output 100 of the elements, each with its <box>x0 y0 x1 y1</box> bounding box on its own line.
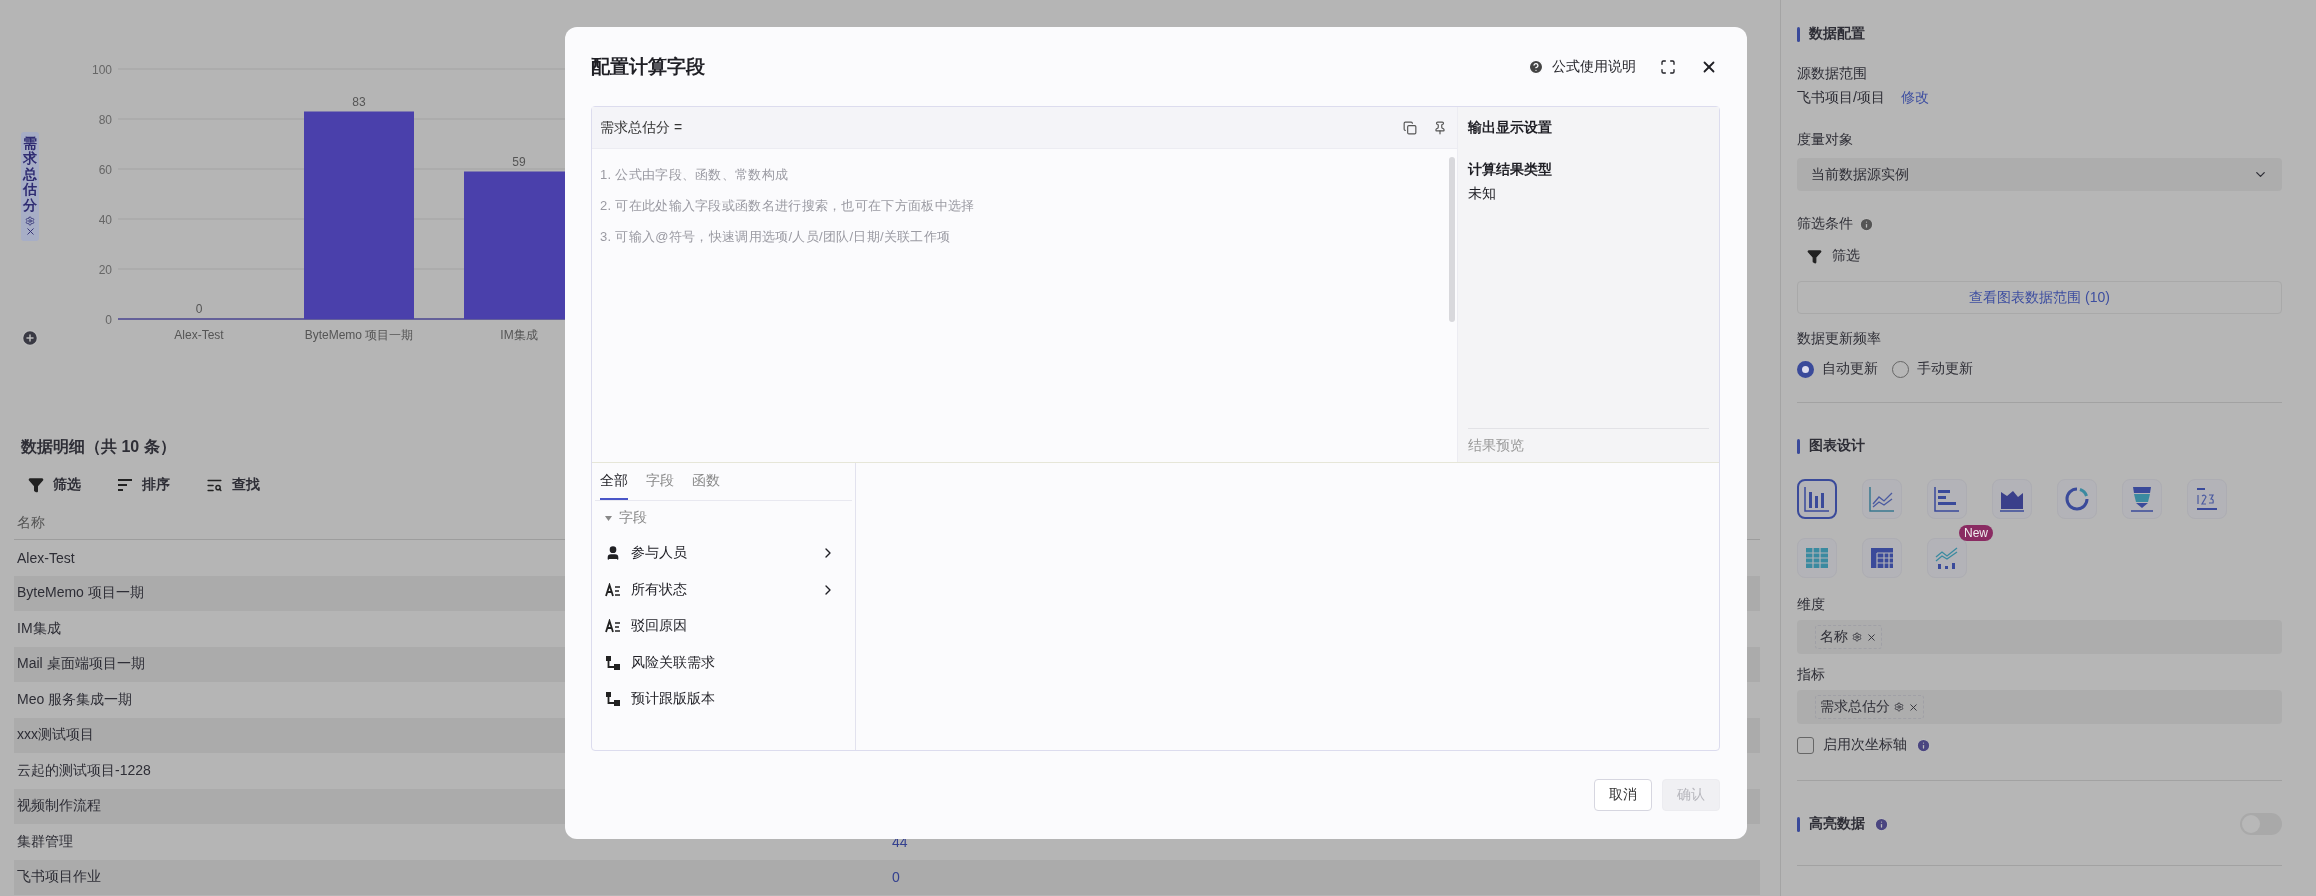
close-icon <box>24 225 36 237</box>
data-label: 0 <box>195 302 203 316</box>
filter-icon <box>1807 248 1822 264</box>
section-title: 数据明细（共 10 条） <box>20 436 176 457</box>
table-cell-text: Alex-Test <box>17 549 76 566</box>
chart-type-button[interactable] <box>2122 479 2162 519</box>
preview-label: 结果预览 <box>1468 428 1709 462</box>
axis-category-label: ByteMemo 项目一期 <box>304 328 414 342</box>
field-label: 源数据范围 <box>1797 65 1867 83</box>
pin-icon[interactable] <box>1433 120 1447 135</box>
chart-type-button[interactable] <box>1862 538 1902 578</box>
filter-button[interactable]: 筛选 <box>1797 245 2282 267</box>
data-label: 83 <box>352 94 366 109</box>
field-label: 维度 <box>1797 596 1825 614</box>
section-title: 高亮数据 <box>1809 815 1865 833</box>
section-title: 图表设计 <box>1809 437 1865 455</box>
measure-select[interactable]: 当前数据源实例 <box>1797 158 2282 191</box>
field-value: 未知 <box>1468 185 1497 203</box>
help-link[interactable]: 公式使用说明 <box>1528 57 1636 76</box>
gear-icon[interactable] <box>1852 632 1862 642</box>
section-title: 数据配置 <box>1809 25 1865 43</box>
formula-label: 需求总估分 = <box>600 118 683 137</box>
field-value: 飞书项目/项目 <box>1797 89 1885 107</box>
help-icon <box>1528 58 1544 75</box>
checkbox-label: 启用次坐标轴 <box>1823 736 1907 754</box>
table-cell-text: IM集成 <box>17 619 62 638</box>
field-label: 筛选条件 <box>1797 215 1853 233</box>
table-cell-text: ByteMemo 项目一期 <box>17 584 145 603</box>
new-badge: New <box>1959 525 1993 541</box>
table-cell-text: 视频制作流程 <box>17 797 102 816</box>
section-marker <box>1797 816 1800 832</box>
field-chip[interactable]: 需求总估分 <box>1815 695 1924 719</box>
chart-type-button[interactable] <box>1927 479 1967 519</box>
chart-type-button[interactable] <box>2057 479 2097 519</box>
checkbox[interactable] <box>1797 736 1814 754</box>
field-item[interactable]: 风险关联需求 <box>631 653 836 672</box>
field-label: 计算结果类型 <box>1468 161 1553 179</box>
remove-icon[interactable] <box>1908 701 1919 713</box>
find-button[interactable]: 查找 <box>206 476 260 494</box>
text-field-icon <box>605 619 621 634</box>
table-cell-text: xxx测试项目 <box>17 726 95 745</box>
axis-tick-label: 60 <box>98 163 112 177</box>
column-header: 名称 <box>17 513 45 532</box>
chart-type-button[interactable] <box>1927 538 1967 578</box>
table-cell-text: Meo 服务集成一期 <box>17 690 134 709</box>
filter-icon <box>28 477 44 493</box>
radio-option[interactable]: 手动更新 <box>1892 360 1973 378</box>
axis-tick-label: 0 <box>105 313 112 327</box>
section-marker <box>1797 438 1800 454</box>
field-chip[interactable]: 名称 <box>1815 625 1882 649</box>
data-range-button[interactable]: 查看图表数据范围 (10) <box>1797 281 2282 314</box>
remove-icon[interactable] <box>1866 631 1877 643</box>
table-cell: 0 <box>892 869 900 886</box>
info-icon <box>1874 816 1889 832</box>
section-marker <box>1797 26 1800 42</box>
sort-button[interactable]: 排序 <box>117 476 170 494</box>
dialog-title: 配置计算字段 <box>591 54 705 79</box>
field-label: 度量对象 <box>1797 131 1853 149</box>
gear-icon[interactable] <box>1894 702 1904 712</box>
data-label: 59 <box>512 154 526 169</box>
text-field-icon <box>605 582 621 597</box>
axis-tick-label: 40 <box>98 213 112 227</box>
axis-field-tag[interactable]: 需求总估分 <box>21 132 39 241</box>
axis-category-label: IM集成 <box>500 328 538 342</box>
field-label: 数据更新频率 <box>1797 330 1881 348</box>
axis-category-label: Alex-Test <box>174 328 224 342</box>
chart-type-button[interactable] <box>2187 479 2227 519</box>
relation-icon <box>605 691 621 708</box>
radio-option[interactable]: 自动更新 <box>1797 360 1878 378</box>
table-cell-text: 集群管理 <box>17 832 74 851</box>
tab[interactable]: 全部 <box>600 463 628 500</box>
table-cell-text: 飞书项目作业 <box>17 868 102 887</box>
info-icon <box>1916 737 1931 753</box>
chart-type-button[interactable] <box>1862 479 1902 519</box>
edit-link[interactable]: 修改 <box>1900 89 1929 107</box>
tab[interactable]: 字段 <box>646 463 674 500</box>
field-item[interactable]: 参与人员 <box>631 544 810 563</box>
axis-tick-label: 100 <box>91 63 112 77</box>
tab[interactable]: 函数 <box>692 463 720 500</box>
info-icon <box>1859 216 1874 232</box>
tree-group[interactable]: 字段 <box>595 501 852 535</box>
horizontal-bar-chart-icon <box>1932 484 1962 514</box>
field-label: 指标 <box>1797 666 1825 684</box>
cancel-button[interactable]: 取消 <box>1594 779 1652 811</box>
filter-button[interactable]: 筛选 <box>28 476 81 494</box>
fullscreen-button[interactable] <box>1660 58 1676 75</box>
copy-icon[interactable] <box>1403 120 1417 135</box>
field-item[interactable]: 驳回原因 <box>631 617 836 636</box>
chart-type-button[interactable] <box>1797 479 1837 519</box>
scrollbar-thumb[interactable] <box>1449 157 1455 322</box>
add-icon[interactable] <box>21 328 39 347</box>
table-cell-text: Mail 桌面端项目一期 <box>17 655 146 674</box>
field-item[interactable]: 所有状态 <box>631 580 810 599</box>
axis-tick-label: 20 <box>98 263 112 277</box>
chart-type-button[interactable] <box>1992 479 2032 519</box>
person-icon <box>605 545 621 562</box>
field-item[interactable]: 预计跟版版本 <box>631 690 836 709</box>
table-cell-text: 云起的测试项目-1228 <box>17 761 152 780</box>
gear-icon <box>25 215 35 226</box>
axis-tick-label: 80 <box>98 113 112 127</box>
